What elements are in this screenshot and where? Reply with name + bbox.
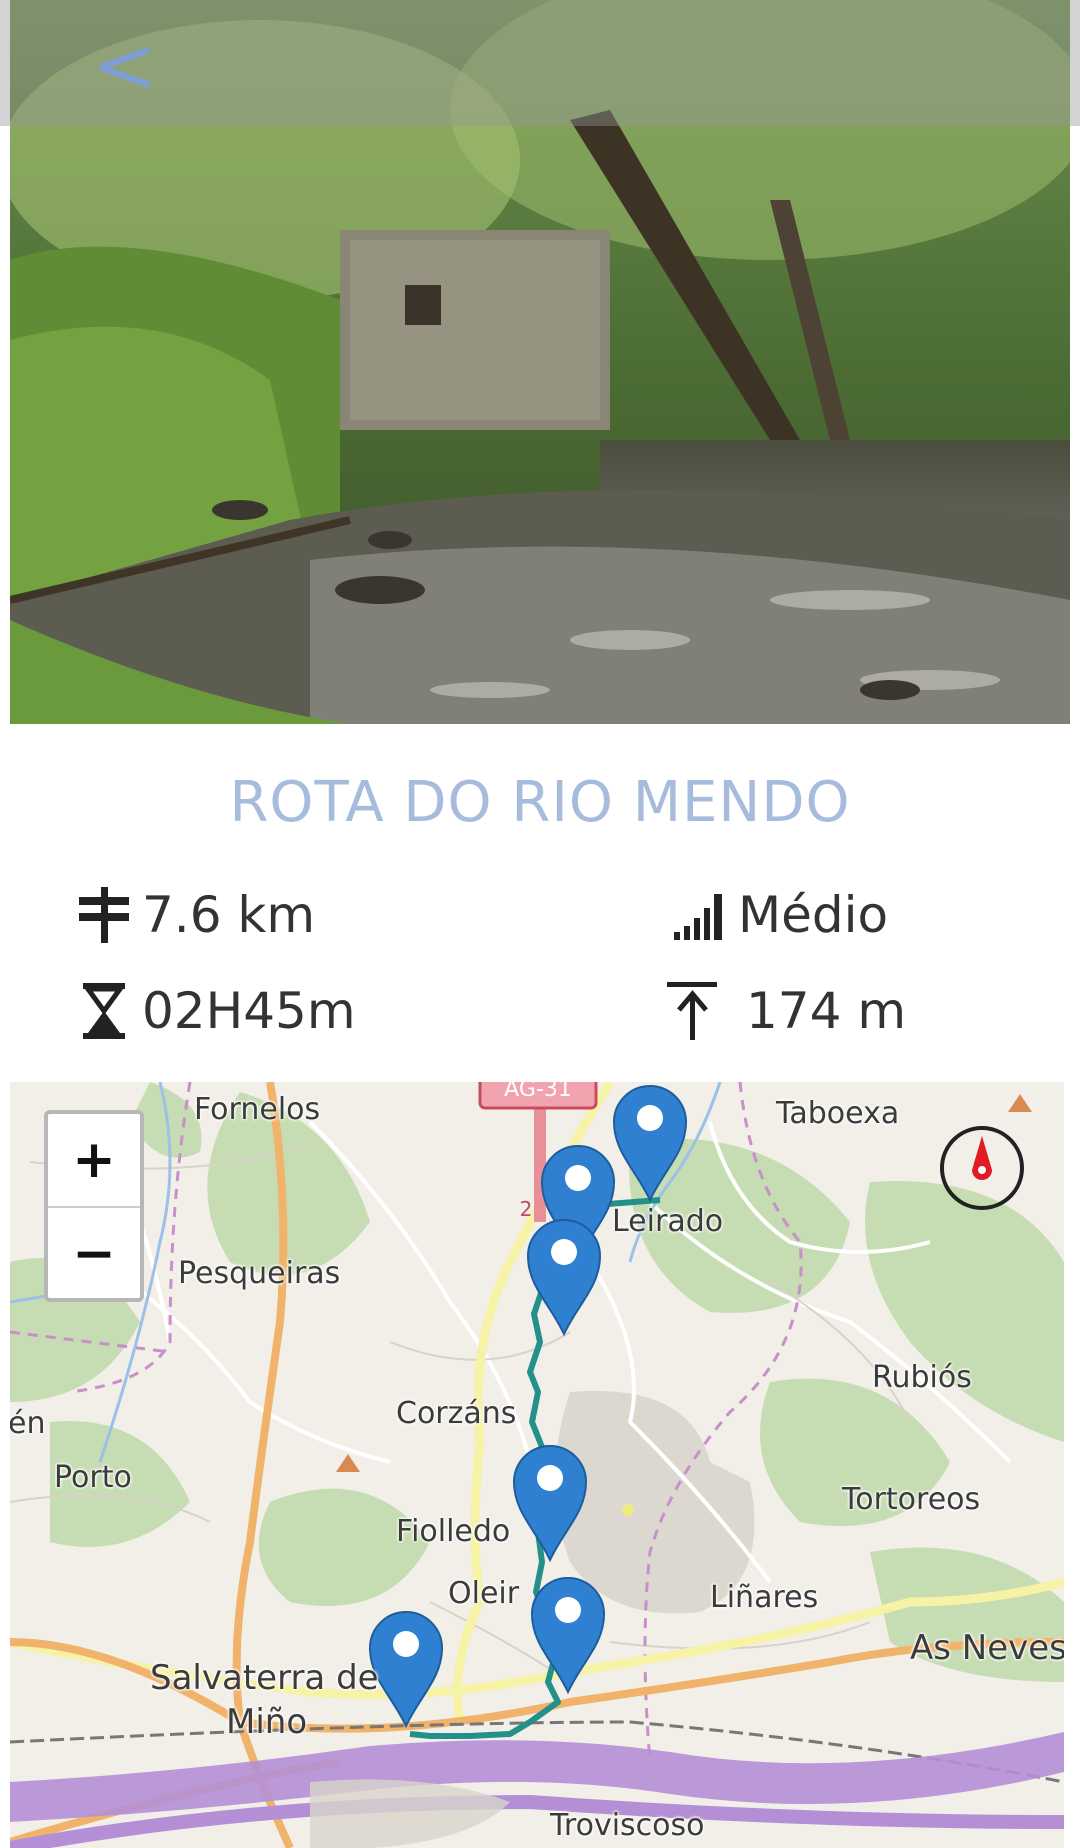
zoom-out-button[interactable]: − bbox=[48, 1208, 140, 1300]
place-label: én bbox=[10, 1406, 46, 1441]
difficulty-value: Médio bbox=[738, 886, 889, 944]
zoom-in-button[interactable]: + bbox=[48, 1114, 140, 1208]
signal-bars-icon bbox=[672, 887, 728, 943]
place-label: Rubiós bbox=[872, 1360, 972, 1395]
place-label: Liñares bbox=[710, 1580, 819, 1615]
map-marker-3[interactable] bbox=[526, 1219, 602, 1337]
route-map[interactable]: AG-31 2 Fornelos Taboexa Leirado Pesquei… bbox=[10, 1082, 1064, 1848]
place-label: Fornelos bbox=[194, 1092, 321, 1127]
road-sign-label: AG-31 bbox=[504, 1082, 572, 1102]
zoom-control: + − bbox=[44, 1110, 144, 1302]
ascent-arrow-icon bbox=[664, 982, 720, 1040]
peak-icon bbox=[1008, 1094, 1032, 1112]
hourglass-icon bbox=[76, 983, 132, 1039]
place-label: Oleir bbox=[448, 1576, 520, 1611]
stat-elevation: 174 m bbox=[664, 982, 906, 1040]
compass-icon[interactable] bbox=[938, 1124, 1026, 1212]
elevation-value: 174 m bbox=[746, 982, 907, 1040]
map-marker-6[interactable] bbox=[368, 1611, 444, 1729]
stat-distance: 7.6 km bbox=[76, 886, 315, 944]
place-label: Corzáns bbox=[396, 1396, 517, 1431]
duration-value: 02H45m bbox=[142, 982, 356, 1040]
place-label: Salvaterra de bbox=[150, 1658, 379, 1698]
peak-icon bbox=[336, 1454, 360, 1472]
place-label: Miño bbox=[226, 1702, 308, 1742]
back-button[interactable]: < bbox=[92, 26, 172, 106]
stat-duration: 02H45m bbox=[76, 982, 356, 1040]
distance-value: 7.6 km bbox=[142, 886, 316, 944]
signpost-icon bbox=[76, 887, 132, 943]
place-label: Fiolledo bbox=[396, 1514, 511, 1549]
place-label: Tortoreos bbox=[842, 1482, 981, 1517]
place-label: Pesqueiras bbox=[178, 1256, 341, 1291]
poi-dot bbox=[622, 1504, 634, 1516]
place-label: Porto bbox=[54, 1460, 132, 1495]
place-label: As Neves bbox=[910, 1628, 1064, 1668]
place-label: Leirado bbox=[612, 1204, 724, 1239]
place-label: Troviscoso bbox=[550, 1808, 705, 1843]
place-label: Taboexa bbox=[776, 1096, 900, 1131]
route-title: ROTA DO RIO MENDO bbox=[229, 770, 851, 835]
stat-difficulty: Médio bbox=[672, 886, 888, 944]
road-sign-number: 2 bbox=[520, 1197, 533, 1221]
